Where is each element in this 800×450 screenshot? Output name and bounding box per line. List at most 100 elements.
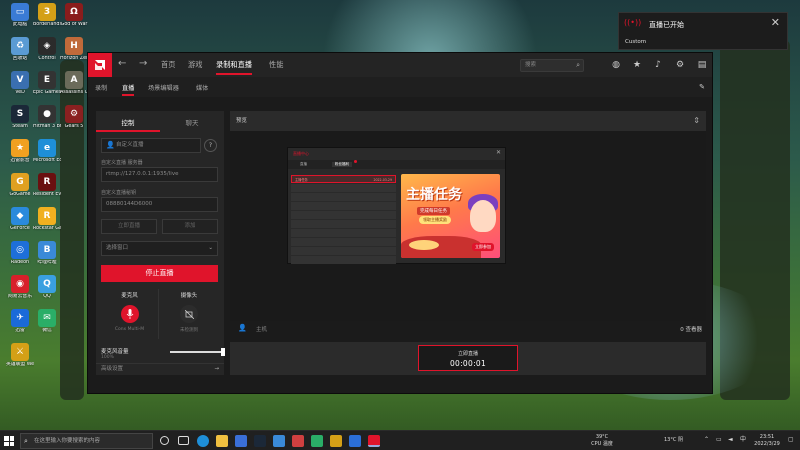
app-icon: V: [11, 71, 29, 89]
desktop-icon[interactable]: ●Hitman 3 Bridge: [33, 105, 61, 130]
desktop-icon[interactable]: G GoGame: [6, 173, 34, 198]
tab-home[interactable]: 首页: [161, 60, 175, 70]
amd-logo-icon[interactable]: [88, 53, 112, 77]
task-view-icon[interactable]: [178, 436, 189, 445]
taskbar-search-input[interactable]: ⌕ 在这里输入你要搜索的内容: [20, 433, 153, 449]
tab-control[interactable]: 控制: [96, 117, 160, 132]
desktop-icon[interactable]: AAssassins Creed: [60, 71, 88, 96]
go-live-button[interactable]: 立即直播: [101, 219, 157, 234]
mic-volume-slider[interactable]: [170, 348, 225, 356]
desktop-icon[interactable]: 3Borderlands 3: [33, 3, 61, 28]
pin-icon[interactable]: ✎: [696, 81, 708, 93]
desktop-icon[interactable]: ⚙ Gears 5: [60, 105, 88, 130]
close-icon[interactable]: ✕: [771, 16, 780, 29]
chevron-up-icon[interactable]: ⌃: [704, 436, 709, 443]
custom-stream-select[interactable]: 👤 自定义直播: [101, 138, 201, 153]
tab-chat[interactable]: 聊天: [160, 117, 224, 127]
desktop-icon-label: Control: [38, 56, 56, 61]
subtab-record[interactable]: 录制: [95, 83, 107, 92]
globe-icon[interactable]: ◍: [610, 59, 622, 71]
camera-toggle-button[interactable]: [180, 305, 198, 323]
desktop-icon[interactable]: S Steam: [6, 105, 34, 130]
desktop-icon[interactable]: R Resident Evil: [33, 173, 61, 198]
desktop-icon[interactable]: V VeD: [6, 71, 34, 96]
mini-row-date: 2022-03-29: [373, 178, 392, 182]
weather-widget[interactable]: 13°C 阴: [664, 437, 683, 444]
select-window-dropdown[interactable]: 选择窗口 ⌄: [101, 241, 218, 256]
app-icon: ✉: [38, 309, 56, 327]
app-icon[interactable]: [292, 435, 304, 447]
desktop-icon[interactable]: ⚔英雄联盟 WeGame: [6, 343, 34, 368]
notification-subtitle: Custom: [625, 39, 647, 45]
windows-start-icon[interactable]: [4, 436, 14, 446]
subtab-scene-editor[interactable]: 场景编辑器: [148, 83, 179, 92]
desktop-icon[interactable]: ◈ Control: [33, 37, 61, 62]
star-icon[interactable]: ★: [631, 59, 643, 71]
help-icon[interactable]: ?: [204, 139, 217, 152]
game-icon[interactable]: [330, 435, 342, 447]
desktop-icon[interactable]: ✈ 迅雷: [6, 309, 34, 334]
expand-icon[interactable]: ⇕: [693, 111, 700, 131]
search-input[interactable]: 搜索 ⌕: [520, 59, 584, 72]
store-icon[interactable]: [235, 435, 247, 447]
advanced-settings-link[interactable]: 高级设置 →: [96, 363, 224, 375]
desktop-icon[interactable]: ✉ 微信: [33, 309, 61, 334]
mic-toggle-button[interactable]: [120, 305, 139, 323]
desktop-icon-label: 迅雷影音: [10, 158, 30, 163]
desktop-icon[interactable]: Q QQ: [33, 275, 61, 300]
file-explorer-icon[interactable]: [216, 435, 228, 447]
desktop-icon[interactable]: ♻ 回收站: [6, 37, 34, 62]
app-icon: A: [65, 71, 83, 89]
desktop-icon[interactable]: B 哔哩哔哩: [33, 241, 61, 266]
server-label: 自定义直播 服务器: [101, 160, 143, 166]
tab-games[interactable]: 游戏: [188, 60, 202, 70]
desktop-icon[interactable]: ★ 迅雷影音: [6, 139, 34, 164]
gear-icon[interactable]: ⚙: [674, 59, 686, 71]
live-timer[interactable]: 立即直播 00:00:01: [418, 345, 518, 371]
desktop-icon[interactable]: ◎ Radeon: [6, 241, 34, 266]
tab-performance[interactable]: 性能: [269, 60, 283, 70]
desktop-icon[interactable]: RRockstar Games: [33, 207, 61, 232]
edge-icon[interactable]: [197, 435, 209, 447]
desktop-icon[interactable]: EEpic Games 启动程序: [33, 71, 61, 96]
app-icon[interactable]: [273, 435, 285, 447]
bell-icon[interactable]: ♪: [652, 59, 664, 71]
mini-list-row: [291, 229, 396, 237]
clock[interactable]: 23:51 2022/3/29: [752, 434, 782, 448]
stream-started-notification[interactable]: ((•)) 直播已开始 ✕ Custom: [618, 12, 788, 50]
cpu-temp-widget[interactable]: 39°C CPU 温度: [588, 434, 616, 448]
steam-icon[interactable]: [254, 435, 266, 447]
tab-record-stream[interactable]: 录制和直播: [216, 60, 252, 75]
camera-control: 摄像头 未检测到: [160, 289, 218, 339]
desktop-icon[interactable]: HHorizon Zero Dawn: [60, 37, 88, 62]
subtab-stream[interactable]: 直播: [122, 83, 135, 96]
subtab-media[interactable]: 媒体: [196, 83, 208, 92]
mic-volume-thumb[interactable]: [221, 348, 225, 356]
wechat-icon[interactable]: [311, 435, 323, 447]
radeon-taskbar-icon[interactable]: [368, 435, 380, 447]
forward-arrow-icon[interactable]: →: [139, 58, 147, 69]
ime-icon[interactable]: 中: [740, 436, 746, 443]
stop-stream-button[interactable]: 停止直播: [101, 265, 218, 282]
desktop-icon[interactable]: Ω God of War: [60, 3, 88, 28]
add-button[interactable]: 添加: [162, 219, 218, 234]
desktop-icon[interactable]: eMicrosoft Edge: [33, 139, 61, 164]
network-icon[interactable]: ▭: [716, 436, 722, 443]
app-icon[interactable]: [349, 435, 361, 447]
mini-list-row: [291, 238, 396, 246]
cortana-icon[interactable]: [160, 436, 169, 445]
desktop-icon[interactable]: ▭ 此电脑: [6, 3, 34, 28]
windows-taskbar: ⌕ 在这里输入你要搜索的内容 39°C CPU 温度 13°C 阴 ⌃ ▭ ◄ …: [0, 430, 800, 450]
server-url-field[interactable]: rtmp://127.0.0.1:1935/live: [101, 167, 218, 182]
app-icon: S: [11, 105, 29, 123]
broadcast-icon: ((•)): [624, 18, 642, 27]
back-arrow-icon[interactable]: ←: [118, 58, 126, 69]
mic-volume-label: 麦克风音量: [101, 349, 129, 355]
desktop-icon-label: Horizon Zero Dawn: [60, 56, 88, 61]
notification-icon[interactable]: ▢: [788, 436, 794, 443]
volume-icon[interactable]: ◄: [728, 436, 733, 443]
desktop-icon[interactable]: ◉ 网易云音乐: [6, 275, 34, 300]
stream-key-field[interactable]: 08880144D6000: [101, 197, 218, 212]
desktop-icon[interactable]: ◆ GeForce: [6, 207, 34, 232]
panel-icon[interactable]: ▤: [696, 59, 708, 71]
